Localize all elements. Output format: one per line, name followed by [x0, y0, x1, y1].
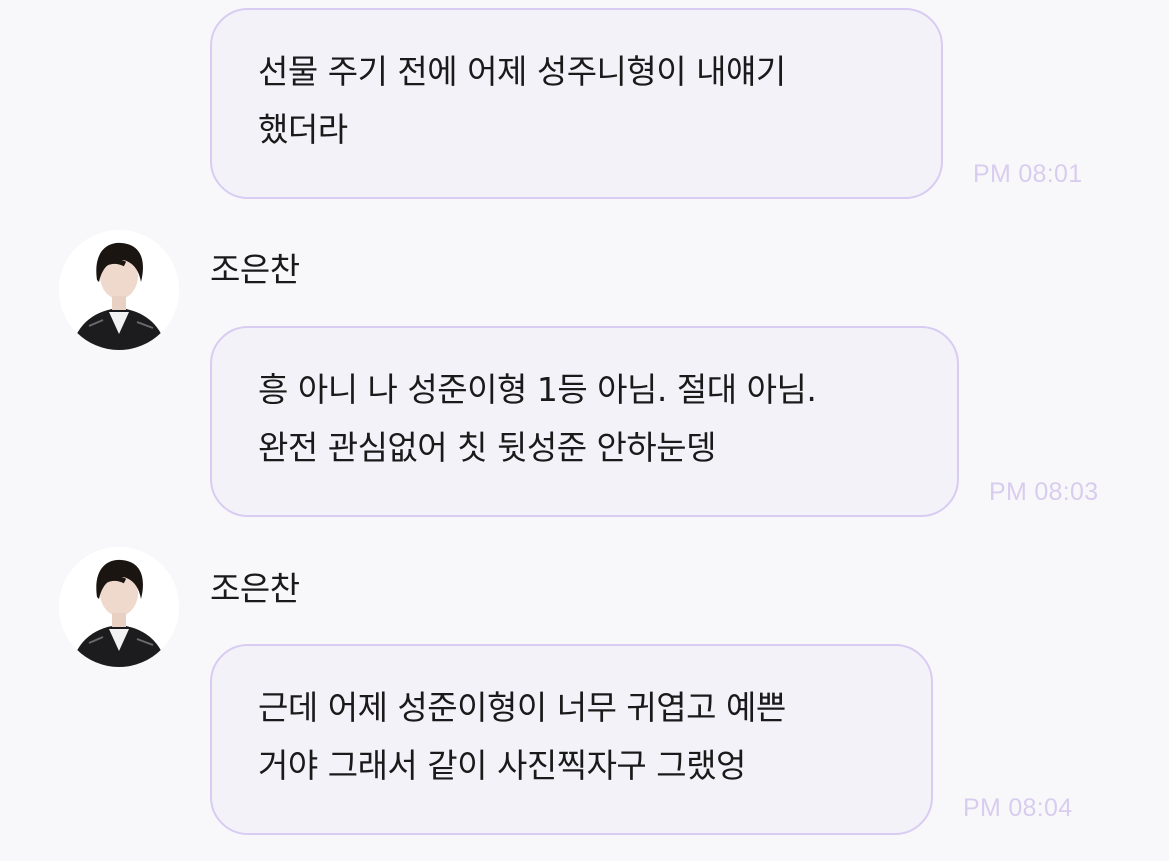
avatar[interactable]	[59, 547, 179, 667]
message-text-line: 선물 주기 전에 어제 성주니형이 내얘기	[258, 52, 786, 91]
message-text-line: 흥 아니 나 성준이형 1등 아님. 절대 아님.	[258, 370, 817, 409]
message-text-line: 근데 어제 성준이형이 너무 귀엽고 예쁜	[258, 688, 786, 727]
chat-thread: 선물 주기 전에 어제 성주니형이 내얘기 했더라 PM 08:01 조은찬 흥…	[0, 0, 1169, 861]
avatar[interactable]	[59, 230, 179, 350]
profile-photo-icon	[59, 230, 179, 350]
sender-name: 조은찬	[210, 250, 300, 289]
message-timestamp: PM 08:03	[989, 478, 1099, 506]
message-bubble[interactable]: 근데 어제 성준이형이 너무 귀엽고 예쁜 거야 그래서 같이 사진찍자구 그랬…	[210, 644, 933, 835]
message-text-line: 완전 관심없어 칫 뒷성준 안하눈뎅	[258, 428, 717, 467]
sender-name: 조은찬	[210, 569, 300, 608]
profile-photo-icon	[59, 547, 179, 667]
message-bubble[interactable]: 선물 주기 전에 어제 성주니형이 내얘기 했더라	[210, 8, 943, 199]
message-bubble[interactable]: 흥 아니 나 성준이형 1등 아님. 절대 아님. 완전 관심없어 칫 뒷성준 …	[210, 326, 959, 517]
message-timestamp: PM 08:04	[963, 794, 1073, 822]
message-timestamp: PM 08:01	[973, 160, 1083, 188]
message-text-line: 했더라	[258, 110, 348, 149]
message-text-line: 거야 그래서 같이 사진찍자구 그랬엉	[258, 746, 746, 785]
